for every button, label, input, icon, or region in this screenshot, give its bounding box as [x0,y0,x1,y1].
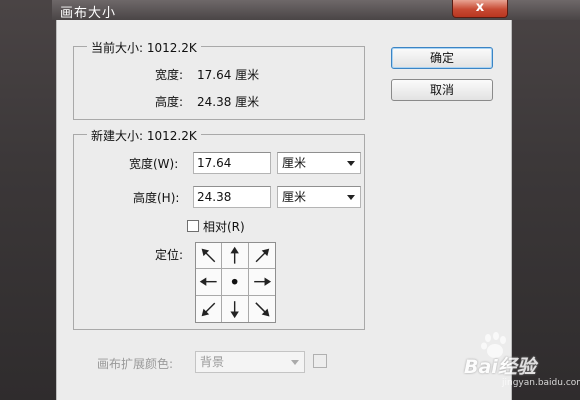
anchor-label: 定位: [155,248,184,262]
watermark-text: Bai经验 [464,356,536,378]
current-size-title: 当前大小: 1012.2K [87,39,201,56]
new-height-unit-value: 厘米 [282,190,307,204]
anchor-bottom-right[interactable] [248,295,275,322]
anchor-bottom[interactable] [222,295,249,322]
arrow-up-icon [230,246,240,264]
anchor-top-left[interactable] [196,243,223,270]
ok-button[interactable]: 确定 [391,47,493,69]
anchor-grid [195,242,276,323]
new-width-unit-select[interactable]: 厘米 [277,152,361,174]
anchor-left[interactable] [196,269,223,296]
arrow-down-left-icon [201,302,216,316]
new-size-title: 新建大小: 1012.2K [87,127,201,144]
dropdown-arrow-icon [347,161,355,166]
current-height-value: 24.38 厘米 [197,95,260,109]
arrow-left-icon [199,277,217,287]
dropdown-arrow-icon [347,195,355,200]
new-height-unit-select[interactable]: 厘米 [277,186,361,208]
anchor-right[interactable] [248,269,275,296]
extension-color-value: 背景 [200,355,225,369]
new-height-label: 高度(H): [133,191,180,205]
anchor-top[interactable] [222,243,249,270]
relative-label[interactable]: 相对(R) [203,218,245,235]
arrow-up-left-icon [201,248,216,263]
current-width-label: 宽度: [155,68,184,82]
anchor-center[interactable] [222,269,249,296]
extension-color-label: 画布扩展颜色: [97,357,174,371]
cancel-button[interactable]: 取消 [391,79,493,101]
arrow-right-icon [253,277,271,287]
anchor-bottom-left[interactable] [196,295,223,322]
extension-color-swatch[interactable] [313,354,327,368]
extension-color-select[interactable]: 背景 [195,351,305,373]
window-title: 画布大小 [60,6,117,21]
current-width-value: 17.64 厘米 [197,68,260,82]
close-icon: x [475,0,485,15]
arrow-up-right-icon [255,248,269,263]
close-button[interactable]: x [452,0,508,18]
arrow-down-icon [230,300,240,318]
new-height-input[interactable]: 24.38 [193,186,271,208]
relative-checkbox[interactable] [187,220,199,232]
current-height-label: 高度: [155,95,184,109]
watermark-sub: jingyan.baidu.com [502,378,580,388]
anchor-dot-icon [232,279,238,285]
baidu-watermark: Bai经验 jingyan.baidu.com [442,322,580,400]
new-width-unit-value: 厘米 [282,156,307,170]
new-width-input[interactable]: 17.64 [193,152,271,174]
dropdown-arrow-icon [291,360,299,365]
anchor-top-right[interactable] [248,243,275,270]
new-width-label: 宽度(W): [129,157,179,171]
arrow-down-right-icon [254,301,270,317]
